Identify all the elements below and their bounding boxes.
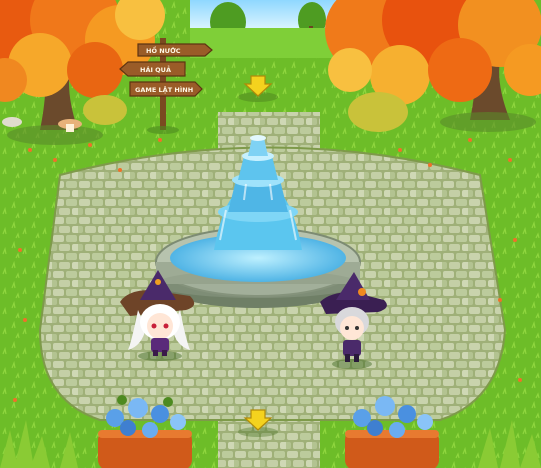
sign-label-fruit[interactable]: HÁI QUẢ	[140, 64, 171, 74]
sign-label-flip-game[interactable]: GAME LẬT HÌNH	[135, 85, 193, 94]
game-scene: HỒ NƯỚC HÁI QUẢ GAME LẬT HÌNH	[0, 0, 541, 468]
sign-label-lake[interactable]: HỒ NƯỚC	[146, 45, 181, 55]
garden-map: HỒ NƯỚC HÁI QUẢ GAME LẬT HÌNH	[0, 0, 541, 468]
